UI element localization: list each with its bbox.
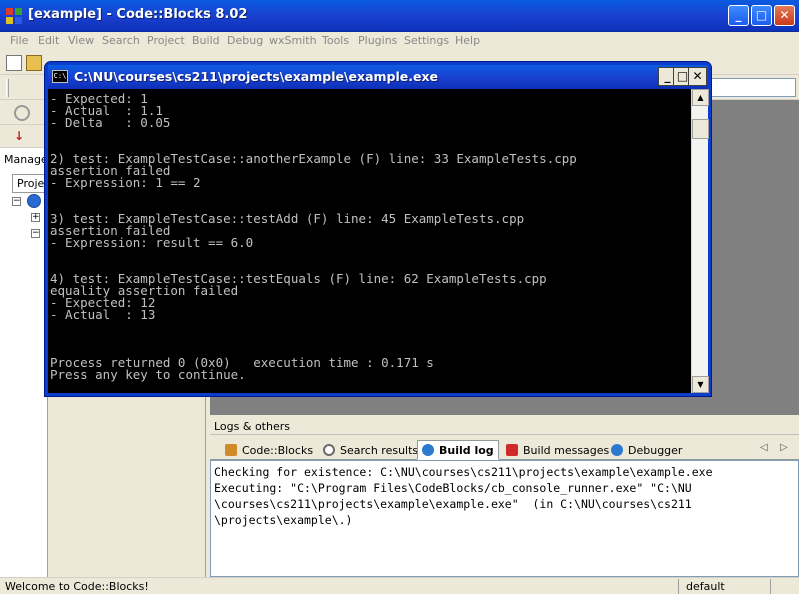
new-file-icon[interactable]	[6, 55, 22, 71]
tab-label: Debugger	[628, 444, 683, 457]
open-folder-icon[interactable]	[26, 55, 42, 71]
scroll-down-button[interactable]: ▼	[692, 376, 709, 393]
tree-expand-icon[interactable]: +	[31, 213, 40, 222]
scroll-thumb[interactable]	[692, 119, 709, 139]
menu-project[interactable]: Project	[145, 33, 187, 48]
close-button[interactable]: ✕	[774, 5, 795, 26]
status-message: Welcome to Code::Blocks!	[5, 580, 149, 593]
maximize-button[interactable]: □	[751, 5, 772, 26]
menu-bar: File Edit View Search Project Build Debu…	[0, 32, 799, 51]
editor-area-bottom	[210, 395, 799, 415]
toolbar-grip	[6, 79, 9, 97]
menu-wxsmith[interactable]: wxSmith	[267, 33, 319, 48]
tab-divider	[12, 192, 48, 193]
tab-label: Search results	[340, 444, 419, 457]
search-icon	[323, 444, 335, 456]
logs-panel-title: Logs & others	[210, 417, 799, 435]
main-title-bar[interactable]: [example] - Code::Blocks 8.02 _ □ ✕	[0, 0, 799, 32]
tab-label: Build log	[439, 444, 494, 457]
tab-label: Build messages	[523, 444, 610, 457]
status-separator	[770, 579, 771, 594]
tab-build-messages[interactable]: Build messages	[501, 440, 614, 460]
management-panel	[0, 148, 48, 578]
tab-next-icon[interactable]: ▷	[780, 442, 788, 453]
gear-icon	[611, 444, 623, 456]
sort-icon[interactable]: ↓	[14, 129, 30, 145]
console-scrollbar[interactable]: ▲ ▼	[691, 89, 709, 393]
menu-build[interactable]: Build	[190, 33, 222, 48]
menu-view[interactable]: View	[66, 33, 96, 48]
tree-collapse-icon[interactable]: −	[12, 197, 21, 206]
console-window[interactable]: C:\ C:\NU\courses\cs211\projects\example…	[45, 62, 711, 396]
tab-search-results[interactable]: Search results	[318, 440, 423, 460]
console-title: C:\NU\courses\cs211\projects\example\exa…	[74, 69, 439, 84]
menu-search[interactable]: Search	[100, 33, 142, 48]
gear-icon	[422, 444, 434, 456]
tab-label: Code::Blocks	[242, 444, 314, 457]
search-input[interactable]	[710, 78, 796, 97]
console-close-button[interactable]: ✕	[688, 67, 707, 86]
menu-settings[interactable]: Settings	[402, 33, 451, 48]
gear-icon[interactable]	[14, 105, 30, 121]
menu-tools[interactable]: Tools	[320, 33, 351, 48]
window-title: [example] - Code::Blocks 8.02	[28, 7, 248, 22]
tab-codeblocks[interactable]: Code::Blocks	[220, 440, 318, 460]
console-output: - Expected: 1 - Actual : 1.1 - Delta : 0…	[48, 89, 691, 393]
scroll-up-button[interactable]: ▲	[692, 89, 709, 106]
console-icon: C:\	[52, 70, 68, 83]
flag-icon	[506, 444, 518, 456]
tree-collapse-icon[interactable]: −	[31, 229, 40, 238]
codeblocks-logo-icon	[6, 8, 22, 24]
workspace-icon	[27, 194, 41, 208]
menu-plugins[interactable]: Plugins	[356, 33, 399, 48]
menu-file[interactable]: File	[8, 33, 30, 48]
menu-help[interactable]: Help	[453, 33, 482, 48]
menu-debug[interactable]: Debug	[225, 33, 265, 48]
minimize-button[interactable]: _	[728, 5, 749, 26]
status-separator	[678, 579, 679, 594]
management-title: Manage	[4, 153, 48, 166]
tab-projects[interactable]: Proje	[12, 174, 48, 192]
notepad-icon	[225, 444, 237, 456]
status-mode: default	[686, 580, 725, 593]
menu-edit[interactable]: Edit	[36, 33, 61, 48]
tab-debugger[interactable]: Debugger	[606, 440, 687, 460]
logs-tab-bar: Code::Blocks Search results Build log Bu…	[210, 438, 799, 460]
build-log-output: Checking for existence: C:\NU\courses\cs…	[210, 460, 799, 577]
tab-prev-icon[interactable]: ◁	[760, 442, 768, 453]
status-bar: Welcome to Code::Blocks! default	[0, 577, 799, 594]
editor-area	[710, 100, 799, 400]
tab-build-log[interactable]: Build log	[417, 440, 499, 460]
console-title-bar[interactable]: C:\ C:\NU\courses\cs211\projects\example…	[48, 65, 708, 89]
